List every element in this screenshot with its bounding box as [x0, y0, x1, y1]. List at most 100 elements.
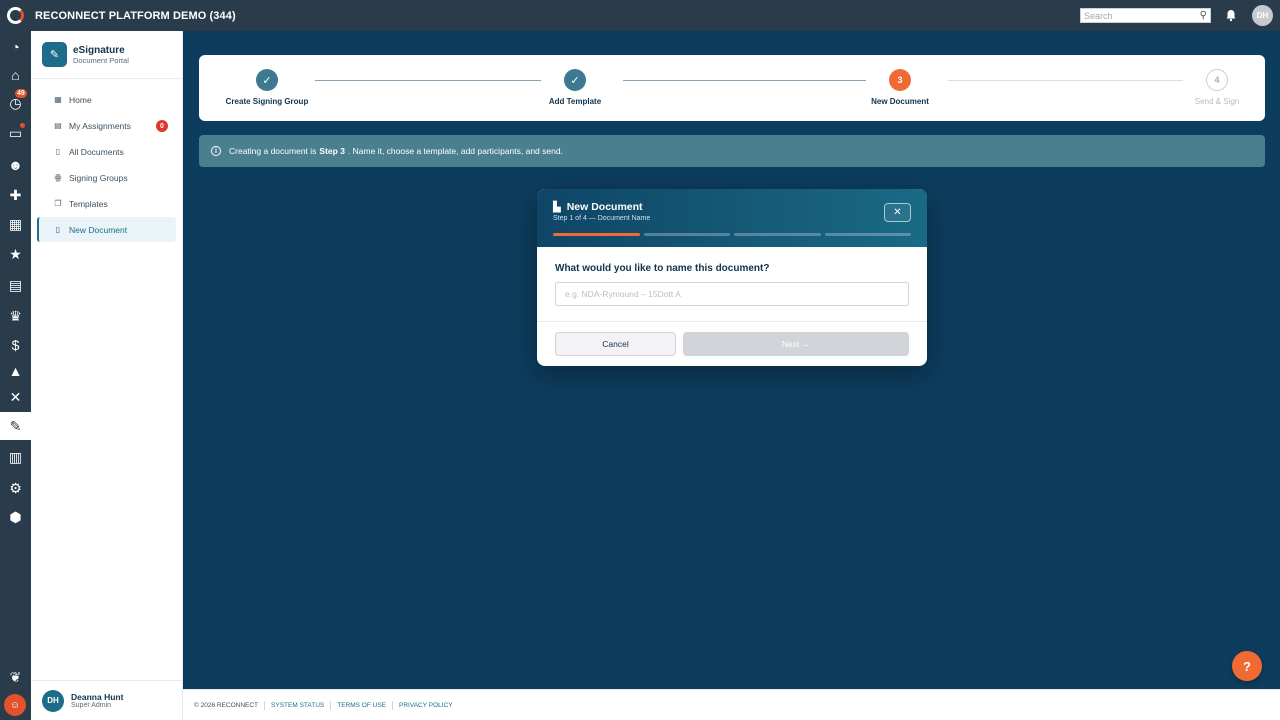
rail-analytics-icon[interactable]: ▥ — [0, 443, 31, 471]
step-connector — [948, 80, 1183, 81]
platform-title: RECONNECT PLATFORM DEMO (344) — [35, 9, 236, 22]
rail-graduation-icon[interactable]: ▲ — [0, 357, 31, 385]
graduation-icon: ▲ — [8, 363, 23, 379]
rail-calendar-star-icon[interactable]: ★ — [0, 240, 31, 268]
search-input[interactable] — [1081, 10, 1191, 21]
sidebar-item-label: My Assignments — [69, 120, 131, 131]
progress-stepper: ✓ Create Signing Group ✓ Add Template 3 New D… — [199, 55, 1265, 121]
footer-link-system-status[interactable]: SYSTEM STATUS — [271, 702, 324, 709]
reconnect-logo-icon[interactable] — [0, 0, 31, 31]
info-step: Step 3 — [319, 146, 345, 156]
search-icon[interactable]: ⚲ — [1200, 10, 1207, 21]
rail-medical-icon[interactable]: ✚ — [0, 181, 31, 209]
calendar-star-icon: ★ — [9, 245, 22, 262]
rail-dollar-icon[interactable]: $ — [0, 331, 31, 359]
rail-bank-icon[interactable]: ⌂ — [0, 61, 31, 89]
cancel-button[interactable]: Cancel — [555, 332, 676, 356]
sidebar-item-label: Home — [69, 94, 92, 105]
progress-segment — [734, 233, 821, 236]
rail-esignature-icon[interactable]: ✎ — [0, 412, 31, 440]
sidebar-item-all-documents[interactable]: ▯ All Documents — [37, 139, 176, 164]
sidebar-subtitle: Document Portal — [73, 55, 129, 65]
document-name-label: What would you like to name this documen… — [555, 263, 770, 274]
progress-segment — [553, 233, 640, 236]
calendar-icon: ▦ — [8, 215, 23, 232]
esignature-logo-icon: ✎ — [42, 42, 67, 67]
rail-clipboard-icon[interactable]: ▤ — [0, 271, 31, 299]
sidebar-title: eSignature — [73, 44, 125, 56]
step-1[interactable]: ✓ Create Signing Group — [207, 69, 327, 106]
footer-link-privacy[interactable]: PRIVACY POLICY — [399, 702, 453, 709]
sidebar-item-label: All Documents — [69, 146, 124, 157]
search-box[interactable]: ⚲ — [1080, 8, 1211, 23]
medical-icon: ✚ — [9, 186, 22, 203]
sidebar-item-signing-groups[interactable]: ꙮ Signing Groups — [37, 165, 176, 190]
modal-progress — [553, 233, 911, 236]
step-3: 3 New Document — [840, 69, 960, 106]
bank-icon: ⌂ — [11, 67, 20, 83]
step-2[interactable]: ✓ Add Template — [515, 69, 635, 106]
rail-shield-gear-icon[interactable]: ⬢ — [0, 503, 31, 531]
rail-calendar-icon[interactable]: ▦ — [0, 210, 31, 238]
next-button[interactable]: Next → — [683, 332, 909, 356]
rail-group-icon[interactable]: ☻ — [0, 151, 31, 179]
document-name-input[interactable] — [555, 282, 909, 306]
bandage-icon: ✕ — [9, 388, 22, 405]
footer: © 2026 RECONNECT SYSTEM STATUS TERMS OF … — [183, 689, 1280, 720]
modal-title: New Document — [566, 201, 643, 213]
user-avatar-small: DH — [42, 689, 64, 712]
assignment-icon: ▤ — [54, 121, 62, 130]
support-avatar-icon[interactable]: ☺ — [4, 694, 26, 716]
sidebar-item-new-document[interactable]: ▯ New Document — [37, 217, 176, 242]
shield-gear-icon: ⬢ — [9, 508, 22, 525]
copy-icon: ❐ — [54, 199, 62, 208]
footer-link-terms[interactable]: TERMS OF USE — [337, 702, 386, 709]
bell-icon[interactable] — [1224, 8, 1238, 22]
modal-header: ▙ New Document Step 1 of 4 — Document Na… — [537, 189, 927, 247]
top-bar: RECONNECT PLATFORM DEMO (344) ⚲ DH — [0, 0, 1280, 31]
sidebar-item-my-assignments[interactable]: ▤ My Assignments 0 — [37, 113, 176, 138]
info-suffix: . Name it, choose a template, add partic… — [347, 146, 563, 156]
rail-dashboard-icon[interactable]: ◔ — [0, 33, 31, 61]
sidebar-user[interactable]: DH Deanna Hunt Super Admin — [31, 680, 183, 720]
info-prefix: Creating a document is — [229, 146, 317, 156]
document-icon: ▙ — [553, 201, 561, 213]
step-number: 3 — [889, 69, 911, 91]
step-label: Create Signing Group — [225, 97, 309, 106]
sidebar-item-templates[interactable]: ❐ Templates — [37, 191, 176, 216]
unread-dot — [20, 123, 25, 128]
user-avatar[interactable]: DH — [1252, 5, 1273, 26]
rail-timer-icon[interactable]: ◷ 49 — [0, 89, 31, 117]
people-icon: ꙮ — [54, 173, 62, 182]
rail-trophy-icon[interactable]: ♛ — [0, 302, 31, 330]
footer-copyright: © 2026 RECONNECT — [194, 701, 259, 709]
check-icon: ✓ — [564, 69, 586, 91]
info-banner: i Creating a document is Step 3 . Name i… — [199, 135, 1265, 167]
modal-subtitle: Step 1 of 4 — Document Name — [553, 215, 651, 222]
progress-segment — [643, 233, 730, 236]
bird-icon[interactable]: ❦ — [0, 663, 31, 691]
rail-bandage-icon[interactable]: ✕ — [0, 383, 31, 411]
esignature-sidebar: ✎ eSignature Document Portal ▦ Home ▤ My As… — [31, 31, 183, 720]
user-name: Deanna Hunt — [71, 692, 124, 702]
new-document-modal: ▙ New Document Step 1 of 4 — Document Na… — [537, 189, 927, 366]
trophy-icon: ♛ — [9, 307, 22, 324]
rail-settings-icon[interactable]: ⚙ — [0, 474, 31, 502]
grid-icon: ▦ — [54, 95, 62, 104]
step-label: Send & Sign — [1194, 97, 1240, 106]
sidebar-header: ✎ eSignature Document Portal — [31, 31, 182, 79]
dashboard-icon: ◔ — [11, 39, 20, 55]
sidebar-nav: ▦ Home ▤ My Assignments 0 ▯ All Documents ꙮ Sign… — [31, 79, 182, 242]
new-document-icon: ▯ — [55, 225, 61, 234]
sidebar-item-label: Templates — [69, 198, 108, 209]
close-button[interactable]: ✕ — [884, 203, 911, 222]
step-4: 4 Send & Sign — [1157, 69, 1277, 106]
step-connector — [623, 80, 866, 81]
esignature-icon: ✎ — [9, 417, 22, 434]
settings-icon: ⚙ — [9, 479, 22, 496]
rail-chat-icon[interactable]: ▭ — [0, 119, 31, 147]
sidebar-item-home[interactable]: ▦ Home — [37, 87, 176, 112]
step-number: 4 — [1206, 69, 1228, 91]
help-button[interactable]: ? — [1232, 651, 1262, 681]
info-icon: i — [211, 146, 221, 156]
